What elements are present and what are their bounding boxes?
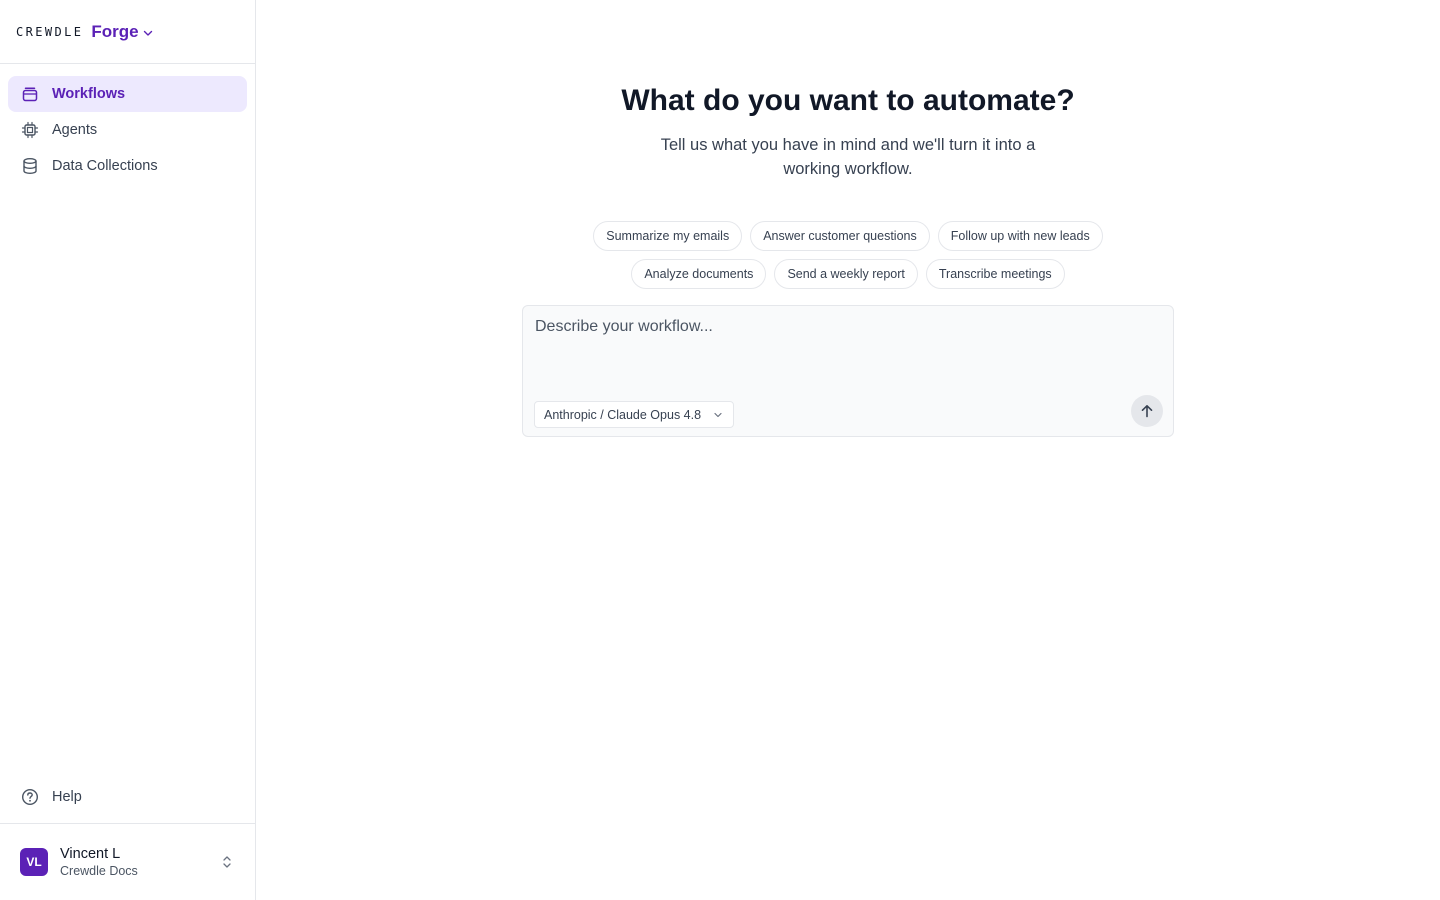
brand-header: CREWDLE Forge: [0, 0, 255, 64]
suggestion-chip[interactable]: Analyze documents: [631, 259, 767, 289]
workflow-icon: [20, 84, 40, 104]
user-org: Crewdle Docs: [60, 864, 138, 878]
help-label: Help: [52, 789, 82, 805]
chevrons-up-down-icon: [223, 856, 231, 868]
main-content: What do you want to automate? Tell us wh…: [256, 0, 1440, 900]
page-subtitle: Tell us what you have in mind and we'll …: [660, 136, 1036, 178]
sidebar-item-workflows[interactable]: Workflows: [8, 76, 247, 112]
suggestion-chip[interactable]: Send a weekly report: [774, 259, 918, 289]
database-icon: [20, 156, 40, 176]
sidebar-nav: Workflows Agents Data Collections: [0, 64, 255, 196]
suggestion-chip[interactable]: Transcribe meetings: [925, 259, 1065, 289]
sidebar-item-data-collections[interactable]: Data Collections: [8, 148, 247, 184]
suggestion-chip[interactable]: Follow up with new leads: [937, 221, 1103, 251]
suggestion-chip[interactable]: Summarize my emails: [593, 221, 743, 251]
product-switcher[interactable]: Forge: [91, 22, 153, 42]
sidebar-item-help[interactable]: Help: [8, 779, 247, 815]
help-circle-icon: [20, 787, 40, 807]
sidebar: CREWDLE Forge Workflows Agents Data Coll…: [0, 0, 256, 900]
product-name: Forge: [91, 21, 139, 41]
suggestion-chip[interactable]: Answer customer questions: [750, 221, 930, 251]
sidebar-item-label: Agents: [52, 122, 98, 138]
workflow-description-input[interactable]: [535, 318, 1155, 378]
user-info: Vincent L Crewdle Docs: [60, 846, 138, 878]
chevron-down-icon: [143, 30, 152, 36]
sidebar-item-label: Data Collections: [52, 158, 158, 174]
workflow-composer: Anthropic / Claude Opus 4.8: [522, 305, 1174, 437]
page-title: What do you want to automate?: [621, 84, 1075, 117]
user-name: Vincent L: [60, 846, 121, 862]
sidebar-item-agents[interactable]: Agents: [8, 112, 247, 148]
model-select[interactable]: Anthropic / Claude Opus 4.8: [534, 401, 735, 428]
user-menu[interactable]: VL Vincent L Crewdle Docs: [0, 823, 255, 900]
send-button[interactable]: [1131, 395, 1163, 427]
suggestion-chips-row-2: Analyze documents Send a weekly report T…: [256, 259, 1440, 289]
model-select-value: Anthropic / Claude Opus 4.8: [544, 407, 702, 422]
sidebar-item-label: Workflows: [52, 86, 126, 102]
chip-icon: [20, 120, 40, 140]
chevron-down-icon: [714, 412, 722, 417]
brand-logo: CREWDLE: [16, 24, 84, 39]
suggestion-chips-row-1: Summarize my emails Answer customer ques…: [256, 221, 1440, 251]
arrow-up-icon: [1141, 405, 1153, 418]
avatar: VL: [20, 848, 48, 876]
